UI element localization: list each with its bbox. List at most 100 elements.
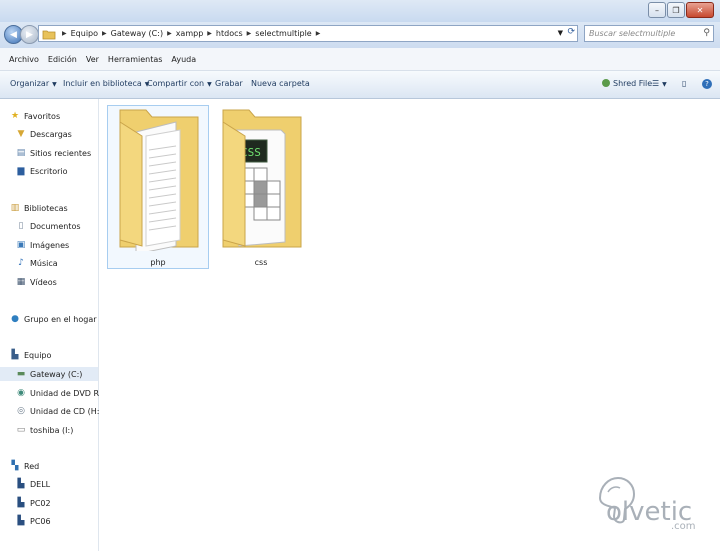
nav-item-label: Unidad de CD (H:): [30, 406, 103, 416]
preview-pane-button[interactable]: ▯: [682, 79, 686, 88]
shred-label: Shred File: [613, 79, 653, 88]
folder-small-icon: [42, 30, 56, 39]
homegroup-icon: ●: [11, 314, 19, 324]
breadcrumb-chevron-icon: ▶: [62, 30, 67, 37]
nav-item-pc06[interactable]: ▙ PC06: [16, 514, 51, 528]
forward-arrow-icon: ▶: [26, 29, 33, 40]
nav-item-recent[interactable]: ▤ Sitios recientes: [16, 146, 91, 160]
watermark-suffix: .com: [671, 521, 696, 532]
nav-item-pc02[interactable]: ▙ PC02: [16, 496, 51, 510]
close-button[interactable]: ✕: [686, 2, 714, 18]
nav-item-label: PC06: [30, 516, 51, 526]
shred-file-button[interactable]: Shred File: [602, 79, 652, 88]
nav-item-label: DELL: [30, 479, 51, 489]
refresh-icon[interactable]: ⟳: [567, 27, 575, 37]
nav-item-toshiba[interactable]: ▭ toshiba (I:): [16, 423, 74, 437]
chevron-down-icon: ▼: [52, 81, 57, 88]
nav-network[interactable]: ▚ Red: [10, 459, 40, 473]
breadcrumb-xampp[interactable]: xampp: [176, 29, 204, 38]
window-controls: – ❐ ✕: [648, 2, 714, 18]
title-bar: – ❐ ✕: [0, 0, 720, 22]
share-button[interactable]: Compartir con ▼: [147, 79, 212, 88]
desktop-icon: ▆: [17, 166, 25, 176]
menu-edicion[interactable]: Edición: [48, 55, 77, 64]
folder-item-php[interactable]: php: [107, 105, 209, 269]
nav-item-cd[interactable]: ◎ Unidad de CD (H:): [16, 404, 103, 418]
forward-button[interactable]: ▶: [20, 25, 39, 44]
folder-icon: [119, 109, 199, 255]
libraries-icon: ▥: [10, 203, 20, 213]
search-icon[interactable]: ⚲: [703, 28, 710, 38]
breadcrumb-chevron-icon[interactable]: ▶: [167, 30, 172, 37]
nav-item-label: Vídeos: [30, 277, 57, 287]
new-folder-label: Nueva carpeta: [251, 79, 310, 88]
pictures-icon: ▣: [16, 240, 26, 250]
menu-ver[interactable]: Ver: [86, 55, 99, 64]
chevron-down-icon: ▼: [662, 81, 667, 88]
breadcrumb-selectmultiple[interactable]: selectmultiple: [255, 29, 311, 38]
minimize-icon: –: [655, 5, 659, 15]
pc-icon: ▙: [17, 479, 25, 489]
nav-item-label: Descargas: [30, 129, 72, 139]
view-options-button[interactable]: ☰ ▼: [652, 79, 667, 88]
folder-name: css: [254, 258, 268, 267]
include-library-button[interactable]: Incluir en biblioteca ▼: [63, 79, 149, 88]
nav-homegroup[interactable]: ● Grupo en el hogar: [10, 312, 96, 326]
nav-item-dell[interactable]: ▙ DELL: [16, 477, 51, 491]
breadcrumb-gateway[interactable]: Gateway (C:): [111, 29, 163, 38]
drive-icon: ▬: [16, 369, 26, 379]
nav-favorites[interactable]: ★ Favoritos: [10, 109, 60, 123]
help-icon: ?: [702, 79, 712, 89]
breadcrumb-chevron-icon[interactable]: ▶: [102, 30, 107, 37]
breadcrumb-chevron-icon[interactable]: ▶: [207, 30, 212, 37]
downloads-icon: ▼: [17, 129, 25, 139]
burn-label: Grabar: [215, 79, 243, 88]
maximize-button[interactable]: ❐: [667, 2, 685, 18]
breadcrumb-htdocs[interactable]: htdocs: [216, 29, 243, 38]
nav-item-label: Música: [30, 258, 58, 268]
nav-network-label: Red: [24, 461, 40, 471]
nav-item-gateway-c[interactable]: ▬ Gateway (C:): [0, 367, 98, 381]
search-input[interactable]: Buscar selectmultiple ⚲: [584, 25, 714, 42]
nav-item-documents[interactable]: ▯ Documentos: [16, 219, 81, 233]
organize-button[interactable]: Organizar ▼: [10, 79, 57, 88]
videos-icon: ▦: [16, 277, 26, 287]
folder-item-css[interactable]: CSS css: [210, 105, 312, 269]
breadcrumb-chevron-icon[interactable]: ▶: [247, 30, 252, 37]
menu-herramientas[interactable]: Herramientas: [108, 55, 163, 64]
cd-drive-icon: ◎: [17, 406, 25, 416]
nav-item-images[interactable]: ▣ Imágenes: [16, 238, 69, 252]
nav-item-label: PC02: [30, 498, 51, 508]
usb-drive-icon: ▭: [16, 425, 26, 435]
new-folder-button[interactable]: Nueva carpeta: [251, 79, 310, 88]
dvd-drive-icon: ◉: [17, 388, 25, 398]
nav-item-label: Documentos: [30, 221, 81, 231]
nav-item-music[interactable]: ♪ Música: [16, 256, 58, 270]
nav-computer[interactable]: ▙ Equipo: [10, 348, 52, 362]
address-dropdown-icon[interactable]: ▼: [558, 29, 563, 37]
help-button[interactable]: ?: [702, 79, 712, 89]
nav-item-videos[interactable]: ▦ Vídeos: [16, 275, 57, 289]
breadcrumb-equipo[interactable]: Equipo: [71, 29, 98, 38]
share-label: Compartir con: [147, 79, 205, 88]
nav-item-descargas[interactable]: ▼ Descargas: [16, 127, 72, 141]
nav-item-desktop[interactable]: ▆ Escritorio: [16, 164, 68, 178]
minimize-button[interactable]: –: [648, 2, 666, 18]
burn-button[interactable]: Grabar: [215, 79, 243, 88]
nav-libraries[interactable]: ▥ Bibliotecas: [10, 201, 68, 215]
nav-computer-label: Equipo: [24, 350, 52, 360]
view-icon: ☰: [652, 79, 660, 88]
menu-archivo[interactable]: Archivo: [9, 55, 39, 64]
navigation-pane: ★ Favoritos ▼ Descargas ▤ Sitios recientes …: [0, 99, 124, 551]
breadcrumb-chevron-icon[interactable]: ▶: [316, 30, 321, 37]
menu-ayuda[interactable]: Ayuda: [171, 55, 196, 64]
breadcrumb: ▶ Equipo ▶ Gateway (C:) ▶ xampp ▶ htdocs…: [58, 29, 324, 38]
folder-icon: CSS: [222, 109, 302, 248]
documents-icon: ▯: [18, 221, 24, 231]
nav-item-label: Gateway (C:): [30, 369, 83, 379]
include-label: Incluir en biblioteca: [63, 79, 142, 88]
address-bar[interactable]: ▶ Equipo ▶ Gateway (C:) ▶ xampp ▶ htdocs…: [38, 25, 578, 42]
chevron-down-icon: ▼: [207, 81, 212, 88]
close-icon: ✕: [696, 5, 704, 15]
nav-item-label: Escritorio: [30, 166, 68, 176]
